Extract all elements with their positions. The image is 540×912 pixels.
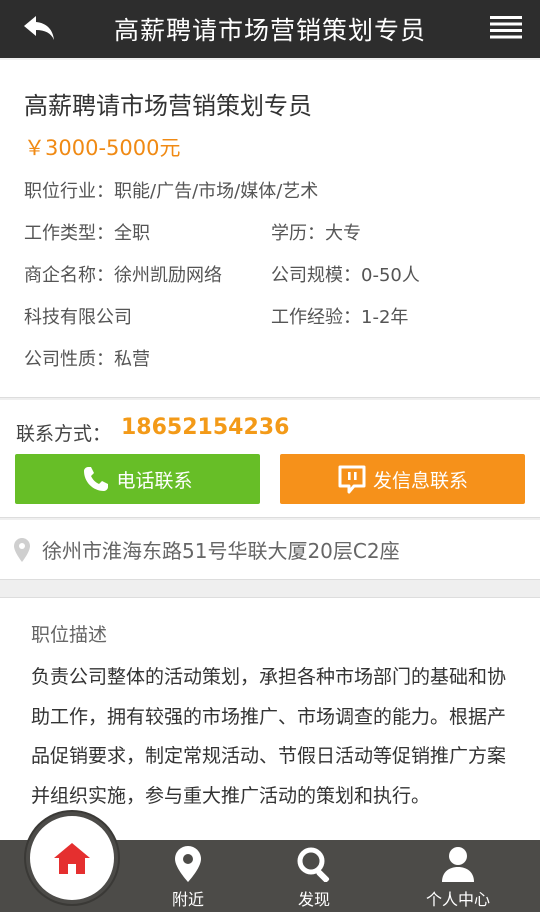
nav-label: 个人中心 — [425, 890, 490, 909]
description-body: 负责公司整体的活动策划，承担各种市场部门的基础和协助工作，拥有较强的市场推广、市… — [31, 666, 507, 807]
nav-profile[interactable]: 个人中心 — [408, 840, 508, 912]
top-bar: 高薪聘请市场营销策划专员 — [0, 0, 540, 58]
nav-discover[interactable]: 发现 — [264, 840, 364, 912]
nav-label: 发现 — [297, 890, 330, 909]
nav-nearby[interactable]: 附近 — [138, 840, 238, 912]
address-row[interactable]: 徐州市淮海东路51号华联大厦20层C2座 — [0, 520, 540, 580]
contact-section: 联系方式： 18652154236 电话联系 发信息联系 — [0, 400, 540, 518]
job-info-card: 高薪聘请市场营销策划专员 ￥3000-5000元 职位行业：职能/广告/市场/媒… — [0, 60, 540, 398]
company-nature-info: 公司性质：私营 — [24, 349, 150, 370]
experience-info: 工作经验：1-2年 — [271, 307, 409, 328]
description-heading: 职位描述 — [31, 624, 108, 646]
contact-label: 联系方式： — [16, 423, 112, 445]
company-size-info: 公司规模：0-50人 — [271, 265, 420, 286]
app-screen: 高薪聘请市场营销策划专员 高薪聘请市场营销策划专员 ￥3000-5000元 职位… — [0, 0, 540, 912]
menu-button[interactable] — [486, 8, 526, 48]
back-arrow-icon — [24, 16, 54, 40]
industry-info: 职位行业：职能/广告/市场/媒体/艺术 — [24, 181, 319, 202]
contact-phone[interactable]: 18652154236 — [121, 415, 289, 440]
search-icon — [297, 847, 330, 882]
person-icon — [442, 847, 474, 882]
company-name-info: 商企名称：徐州凯励网络 — [24, 265, 222, 286]
call-button[interactable]: 电话联系 — [15, 454, 260, 504]
address-text: 徐州市淮海东路51号华联大厦20层C2座 — [42, 539, 400, 563]
message-button[interactable]: 发信息联系 — [280, 454, 525, 504]
work-type-info: 工作类型：全职 — [24, 223, 150, 244]
nav-label: 附近 — [171, 890, 204, 909]
back-button[interactable] — [14, 8, 64, 48]
menu-icon — [490, 16, 522, 39]
job-title: 高薪聘请市场营销策划专员 — [24, 92, 312, 120]
education-info: 学历：大专 — [271, 223, 361, 244]
phone-icon — [84, 467, 109, 491]
call-button-label: 电话联系 — [116, 469, 193, 492]
home-icon — [54, 843, 90, 874]
nav-home-button[interactable] — [26, 812, 118, 904]
message-button-label: 发信息联系 — [372, 469, 468, 492]
message-icon — [338, 465, 366, 494]
location-pin-icon — [175, 846, 201, 882]
location-pin-icon — [14, 537, 30, 562]
company-name-continued: 科技有限公司 — [24, 307, 132, 328]
page-title: 高薪聘请市场营销策划专员 — [113, 16, 426, 45]
salary: ￥3000-5000元 — [24, 136, 181, 160]
